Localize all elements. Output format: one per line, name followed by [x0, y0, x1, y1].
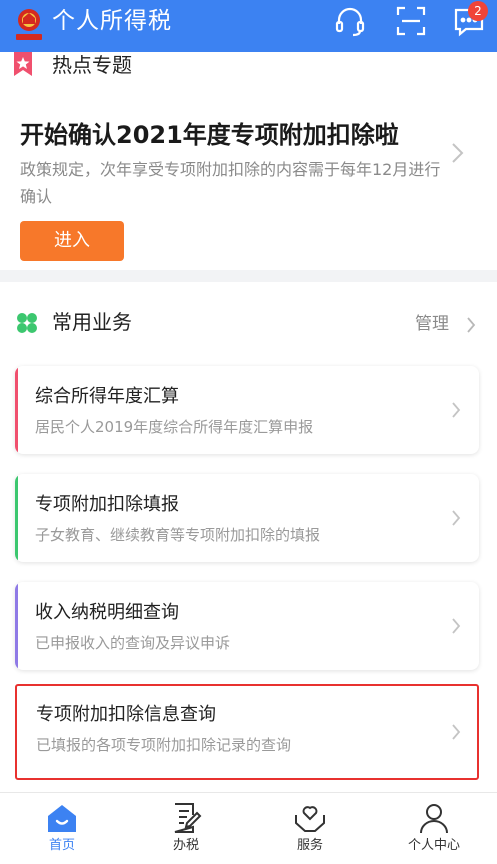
star-ribbon-icon	[14, 52, 32, 76]
home-icon	[48, 805, 76, 832]
chevron-right-icon	[452, 618, 461, 634]
chevron-right-icon[interactable]	[450, 142, 464, 164]
chevron-right-icon[interactable]	[466, 317, 476, 333]
service-title: 专项附加扣除填报	[35, 494, 179, 515]
tab-tax-handling[interactable]: 办税	[124, 793, 248, 864]
user-icon	[420, 804, 448, 834]
bottom-tab-bar: 首页 办税 服务 个人中心	[0, 792, 497, 864]
manage-link[interactable]: 管理	[415, 312, 449, 336]
tab-services[interactable]: 服务	[248, 793, 372, 864]
hot-topic-description: 政策规定，次年享受专项附加扣除的内容需于每年12月进行确认	[20, 160, 441, 206]
enter-button[interactable]: 进入	[20, 221, 124, 261]
tab-label: 服务	[296, 838, 323, 853]
service-item-income-tax-query[interactable]: 收入纳税明细查询 已申报收入的查询及异议申诉	[15, 582, 479, 670]
scan-icon[interactable]	[394, 4, 428, 38]
chevron-right-icon	[452, 402, 461, 418]
tab-home[interactable]: 首页	[0, 793, 124, 864]
common-services-title: 常用业务	[52, 310, 132, 334]
common-services-section: 常用业务 管理 综合所得年度汇算 居民个人2019年度综合所得年度汇算申报 专项…	[0, 282, 497, 792]
service-item-deduction-info-query[interactable]: 专项附加扣除信息查询 已填报的各项专项附加扣除记录的查询	[15, 684, 479, 780]
service-subtitle: 子女教育、继续教育等专项附加扣除的填报	[35, 526, 321, 544]
hot-topic-card: 热点专题 开始确认2021年度专项附加扣除啦 政策规定，次年享受专项附加扣除的内…	[0, 52, 497, 270]
tab-personal-center[interactable]: 个人中心	[372, 793, 496, 864]
tab-label: 首页	[48, 838, 75, 853]
service-title: 综合所得年度汇算	[35, 386, 179, 407]
service-item-annual-settlement[interactable]: 综合所得年度汇算 居民个人2019年度综合所得年度汇算申报	[15, 366, 479, 454]
accent-bar	[15, 366, 18, 454]
chevron-right-icon	[452, 510, 461, 526]
chevron-right-icon	[452, 724, 461, 740]
service-title: 专项附加扣除信息查询	[36, 704, 216, 725]
message-badge: 2	[468, 1, 488, 21]
hot-topic-headline[interactable]: 开始确认2021年度专项附加扣除啦	[20, 118, 399, 152]
service-item-deduction-filing[interactable]: 专项附加扣除填报 子女教育、继续教育等专项附加扣除的填报	[15, 474, 479, 562]
headset-icon[interactable]	[333, 4, 367, 38]
accent-bar	[15, 474, 18, 562]
hot-topic-title: 热点专题	[52, 53, 132, 77]
accent-bar	[15, 582, 18, 670]
service-title: 收入纳税明细查询	[35, 602, 179, 623]
tab-label: 个人中心	[407, 838, 460, 853]
app-title: 个人所得税	[52, 8, 172, 34]
tab-label: 办税	[172, 838, 199, 853]
service-subtitle: 已申报收入的查询及异议申诉	[35, 634, 231, 652]
service-subtitle: 已填报的各项专项附加扣除记录的查询	[36, 736, 292, 754]
document-edit-icon	[174, 803, 202, 833]
heart-hands-icon	[295, 806, 325, 832]
app-header: 个人所得税 2	[0, 0, 497, 52]
clover-icon	[17, 313, 37, 333]
tax-emblem-icon	[16, 9, 42, 40]
service-subtitle: 居民个人2019年度综合所得年度汇算申报	[35, 418, 314, 436]
